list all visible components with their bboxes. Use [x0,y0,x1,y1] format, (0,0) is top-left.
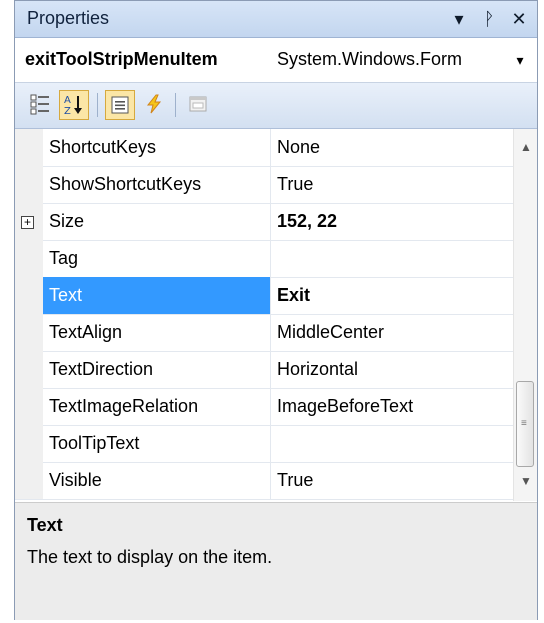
property-row[interactable]: TextAlign MiddleCenter [15,314,513,352]
row-gutter [15,277,43,314]
property-name[interactable]: ToolTipText [43,425,271,462]
toolbar-separator [97,93,98,117]
properties-toolbar: A Z [15,83,537,129]
property-row[interactable]: Visible True [15,462,513,500]
property-name[interactable]: ShowShortcutKeys [43,166,271,203]
svg-text:A: A [64,95,71,106]
categorized-icon [30,94,49,115]
property-row[interactable]: Text Exit [15,277,513,315]
property-value[interactable]: ImageBeforeText [277,388,513,425]
object-selector[interactable]: exitToolStripMenuItem System.Windows.For… [15,38,537,83]
object-type: System.Windows.Form [277,49,463,69]
properties-icon [111,96,129,114]
events-button[interactable] [139,90,169,120]
title-bar: Properties ▾ ᚹ ✕ [15,1,537,38]
property-row[interactable]: + Size 152, 22 [15,203,513,241]
scroll-up-icon[interactable]: ▲ [514,135,537,159]
toolbar-separator [175,93,176,117]
property-row[interactable]: TextImageRelation ImageBeforeText [15,388,513,426]
description-title: Text [27,515,63,535]
property-value[interactable]: MiddleCenter [277,314,513,351]
property-pages-button[interactable] [183,90,213,120]
row-gutter [15,462,43,499]
property-value[interactable]: 152, 22 [277,203,513,240]
property-value[interactable]: Exit [277,277,513,314]
property-grid: ShortcutKeys None ShowShortcutKeys True + Siz… [15,129,537,501]
row-gutter [15,240,43,277]
property-name[interactable]: Tag [43,240,271,277]
property-row[interactable]: ShortcutKeys None [15,129,513,167]
property-value[interactable]: True [277,462,513,499]
chevron-down-icon[interactable]: ▾ [506,44,534,76]
svg-text:Z: Z [64,106,71,117]
property-name[interactable]: Size [43,203,271,240]
description-panel: Text The text to display on the item. [15,502,537,620]
row-gutter [15,129,43,166]
property-value[interactable]: True [277,166,513,203]
grip-icon: ≡ [521,418,527,429]
scrollbar-thumb[interactable]: ≡ [516,381,534,467]
row-gutter: + [15,203,43,240]
row-gutter [15,388,43,425]
scroll-down-icon[interactable]: ▼ [514,469,537,493]
description-text: The text to display on the item. [27,547,273,567]
alphabetical-button[interactable]: A Z [59,90,89,120]
close-icon[interactable]: ✕ [507,7,531,31]
property-name[interactable]: ShortcutKeys [43,129,271,166]
property-value[interactable] [277,425,513,462]
window-title: Properties [27,8,110,28]
property-value[interactable] [277,240,513,277]
property-row[interactable]: ToolTipText [15,425,513,463]
row-gutter [15,314,43,351]
row-gutter [15,351,43,388]
property-name[interactable]: TextAlign [43,314,271,351]
row-gutter [15,166,43,203]
categorized-button[interactable] [25,90,55,120]
property-row[interactable]: TextDirection Horizontal [15,351,513,389]
properties-window: Properties ▾ ᚹ ✕ exitToolStripMenuItem S… [14,0,538,620]
property-name[interactable]: TextDirection [43,351,271,388]
property-value[interactable]: Horizontal [277,351,513,388]
properties-button[interactable] [105,90,135,120]
property-name[interactable]: Visible [43,462,271,499]
property-name[interactable]: TextImageRelation [43,388,271,425]
property-pages-icon [189,96,207,112]
property-name[interactable]: Text [43,277,271,314]
events-icon [146,94,162,114]
window-menu-icon[interactable]: ▾ [447,7,471,31]
vertical-scrollbar[interactable]: ▲ ≡ ▼ [513,129,537,501]
property-value[interactable]: None [277,129,513,166]
row-gutter [15,425,43,462]
alphabetical-icon: A Z [64,95,82,117]
pin-icon[interactable]: ᚹ [477,7,501,31]
expand-icon[interactable]: + [21,216,34,229]
property-row[interactable]: ShowShortcutKeys True [15,166,513,204]
object-name: exitToolStripMenuItem [25,49,218,69]
property-row[interactable]: Tag [15,240,513,278]
